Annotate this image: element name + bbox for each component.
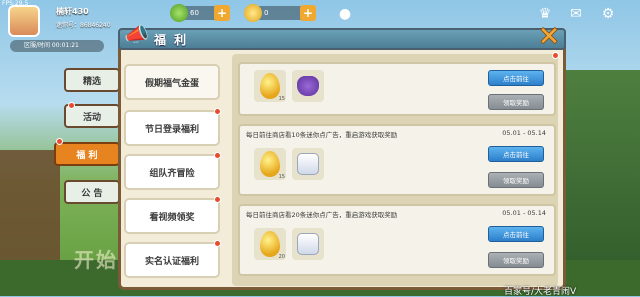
notification-dot (214, 152, 221, 159)
lucky-bag-icon (297, 76, 319, 96)
claim-button[interactable]: 领取奖励 (488, 252, 544, 268)
avatar[interactable] (8, 5, 40, 37)
task-description: 每日前往商店看20条迷你点广告，重启游戏获取奖励 (246, 211, 398, 219)
task-date: 05.01 - 05.14 (502, 129, 546, 137)
currency-mini-bean: 60 + (170, 4, 230, 22)
menu-real-name-auth[interactable]: 实名认证福利 (124, 242, 220, 278)
task-card: 每日前往商店看10条迷你点广告，重启游戏获取奖励 05.01 - 05.14 1… (238, 124, 556, 196)
go-button[interactable]: 点击前往 (488, 226, 544, 242)
notification-dot (56, 138, 63, 145)
megaphone-icon: 📣 (124, 22, 149, 46)
reward-slot (292, 70, 324, 102)
menu-team-adventure[interactable]: 组队齐冒险 (124, 154, 220, 190)
go-button[interactable]: 点击前往 (488, 70, 544, 86)
claim-button[interactable]: 领取奖励 (488, 172, 544, 188)
golden-egg-icon (260, 231, 280, 257)
notification-dot (214, 196, 221, 203)
gear-icon[interactable]: ⚙ (598, 4, 618, 24)
user-id: 迷你号：86846240 (56, 22, 111, 29)
item-count: 15 (278, 174, 285, 180)
task-card: 15 点击前往 领取奖励 (238, 62, 556, 116)
tab-featured[interactable]: 精选 (64, 68, 120, 92)
watermark: 百家号/大老青闹V (504, 287, 577, 297)
menu-watch-video[interactable]: 看视频领奖 (124, 198, 220, 234)
gift-cube-icon (297, 233, 319, 255)
penguin-icon[interactable]: ● (335, 4, 355, 24)
menu-holiday-golden-egg[interactable]: 假期福气金蛋 (124, 64, 220, 100)
panel-title: 福 利 (154, 33, 189, 47)
tab-announcements[interactable]: 公 告 (64, 180, 120, 204)
claim-button[interactable]: 领取奖励 (488, 94, 544, 110)
crown-icon[interactable]: ♛ (535, 4, 555, 24)
task-card: 每日前往商店看20条迷你点广告，重启游戏获取奖励 05.01 - 05.14 2… (238, 204, 556, 276)
go-button[interactable]: 点击前往 (488, 146, 544, 162)
task-date: 05.01 - 05.14 (502, 209, 546, 217)
item-count: 20 (278, 254, 285, 260)
cube-pet-icon (297, 153, 319, 175)
currency-value: 60 (190, 9, 199, 17)
notification-dot (214, 240, 221, 247)
task-description: 每日前往商店看10条迷你点广告，重启游戏获取奖励 (246, 131, 398, 139)
add-bean-button[interactable]: + (214, 5, 230, 21)
user-name: 楠轩430 (56, 7, 89, 16)
reward-slot: 20 (254, 228, 286, 260)
mini-bean-icon (170, 4, 188, 22)
reward-slot (292, 148, 324, 180)
item-count: 15 (278, 96, 285, 102)
notification-dot (68, 102, 75, 109)
currency-value: 0 (264, 9, 269, 17)
golden-egg-icon (260, 73, 280, 99)
menu-festival-login[interactable]: 节日登录福利 (124, 110, 220, 146)
currency-mini-coin: 0 + (244, 4, 316, 22)
notification-dot (214, 108, 221, 115)
mail-icon[interactable]: ✉ (566, 4, 586, 24)
server-bar[interactable]: 区服/时间 00:01:21 (10, 40, 104, 52)
tab-welfare[interactable]: 福 利 (54, 142, 120, 166)
reward-slot (292, 228, 324, 260)
mini-coin-icon (244, 4, 262, 22)
add-coin-button[interactable]: + (300, 5, 316, 21)
notification-dot (552, 52, 559, 59)
reward-slot: 15 (254, 70, 286, 102)
close-button[interactable]: ✕ (537, 24, 561, 50)
reward-slot: 15 (254, 148, 286, 180)
golden-egg-icon (260, 151, 280, 177)
